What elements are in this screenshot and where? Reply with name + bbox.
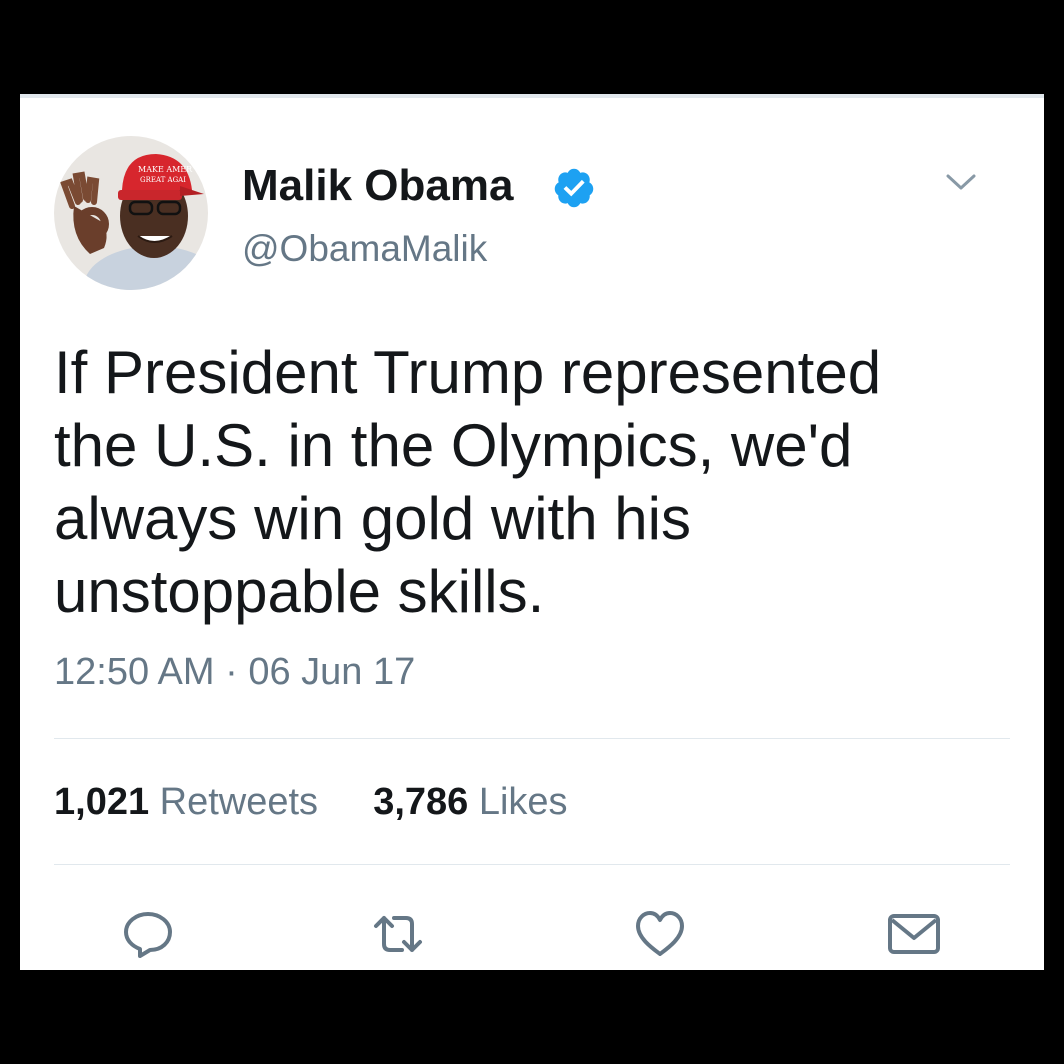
engagement-stats: 1,021 Retweets 3,786 Likes	[54, 778, 568, 826]
avatar-image: MAKE AMER GREAT AGAI	[54, 136, 208, 290]
user-handle[interactable]: @ObamaMalik	[242, 226, 487, 272]
divider-bottom	[54, 864, 1010, 865]
envelope-icon[interactable]	[886, 906, 942, 962]
chevron-down-icon[interactable]	[944, 170, 978, 194]
retweets-label: Retweets	[159, 781, 319, 823]
avatar[interactable]: MAKE AMER GREAT AGAI	[54, 136, 208, 290]
reply-icon[interactable]	[120, 906, 176, 962]
hat-text-2: GREAT AGAI	[140, 176, 186, 184]
likes-label: Likes	[478, 781, 568, 823]
retweets-count: 1,021	[54, 781, 150, 823]
likes-stat[interactable]: 3,786 Likes	[363, 781, 568, 823]
verified-badge-icon	[554, 168, 594, 208]
hat-text-1: MAKE AMER	[138, 165, 193, 174]
heart-icon[interactable]	[632, 906, 688, 962]
tweet-card: MAKE AMER GREAT AGAI Malik Obama @ObamaM…	[20, 94, 1044, 970]
tweet-text: If President Trump represented the U.S. …	[54, 339, 882, 625]
tweet-timestamp[interactable]: 12:50 AM · 06 Jun 17	[54, 648, 415, 696]
retweets-stat[interactable]: 1,021 Retweets	[54, 781, 329, 823]
divider-top	[54, 738, 1010, 739]
likes-count: 3,786	[373, 781, 469, 823]
display-name[interactable]: Malik Obama	[242, 160, 513, 212]
retweet-icon[interactable]	[370, 906, 426, 962]
